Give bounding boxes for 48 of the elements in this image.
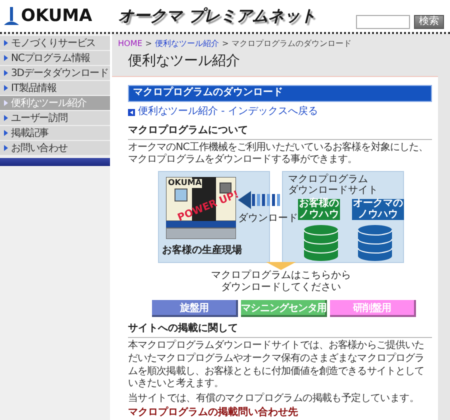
database-label: お客様の ノウハウ (298, 199, 340, 220)
bullet-icon (4, 115, 8, 121)
machine-drawing (166, 177, 236, 240)
arrow-icon (238, 191, 282, 210)
back-arrow-icon (128, 108, 135, 116)
sidebar-item[interactable]: ユーザー訪問 (0, 111, 110, 125)
note: 当サイトでは、有償のマクロプログラムの掲載も予定しています。 (128, 393, 420, 406)
caption: マクロプログラムはこちらから ダウンロードしてください (211, 270, 351, 294)
sidebar-item[interactable]: IT製品情報 (0, 81, 110, 95)
breadcrumb-separator: > (145, 39, 152, 50)
sidebar-item[interactable]: モノづくりサービス (0, 36, 110, 50)
breadcrumb-separator: > (222, 39, 229, 50)
bullet-icon (4, 145, 8, 151)
breadcrumb-current: マクロプログラムのダウンロード (232, 39, 352, 50)
database-icon (304, 225, 338, 262)
site-label: マクロプログラム ダウンロードサイト (288, 174, 378, 196)
logo-text: OKUMA (21, 8, 92, 25)
bullet-icon (4, 85, 8, 91)
bullet-icon (4, 55, 8, 61)
arrow-label: ダウンロード (238, 213, 298, 224)
search-button[interactable]: 検索 (414, 15, 444, 29)
site-title: オークマ プレミアムネット (118, 6, 316, 26)
contact-heading: マクロプログラムの掲載問い合わせ先 (128, 406, 299, 420)
sidebar-item[interactable]: NCプログラム情報 (0, 51, 110, 65)
section-heading: サイトへの掲載に関して (128, 323, 432, 338)
download-button[interactable]: 旋盤用 (152, 300, 238, 318)
search-field[interactable] (356, 15, 410, 29)
bullet-icon (4, 130, 8, 136)
triangle-icon (266, 262, 296, 270)
sidebar-item[interactable]: 掲載記事 (0, 126, 110, 140)
breadcrumb-link[interactable]: HOME (118, 39, 142, 50)
paragraph: オークマのNC工作機械をご利用いただいているお客様を対象にした、マクロプログラムをダウンロードする事ができます。 (128, 142, 430, 168)
factory-label: お客様の生産現場 (162, 245, 242, 256)
logo-icon (4, 7, 19, 25)
section-title-bar: マクロプログラムのダウンロード (128, 85, 432, 102)
database-icon (358, 225, 392, 262)
bullet-icon (4, 100, 8, 106)
sidebar-item[interactable]: お問い合わせ (0, 141, 110, 155)
database-label: オークマの ノウハウ (352, 199, 404, 220)
bullet-icon (4, 40, 8, 46)
back-link[interactable]: 便利なツール紹介 - インデックスへ戻る (138, 106, 318, 119)
paragraph: 本マクロプログラムダウンロードサイトでは、お客様からご提供いただいたマクロプログラムやオークマ保有のさまざまなマクロプログラムを順次掲載し、お客様とともに付加価値を創造できるサイトとしていきたいと考えます。 (128, 340, 426, 392)
section-heading: マクロプログラムについて (128, 124, 432, 140)
page-title: 便利なツール紹介 (128, 53, 241, 72)
breadcrumb-link[interactable]: 便利なツール紹介 (154, 39, 219, 50)
bullet-icon (4, 70, 8, 76)
machine-logo: OKUMA (168, 179, 202, 188)
sidebar-item[interactable]: 3Dデータダウンロード (0, 66, 110, 80)
